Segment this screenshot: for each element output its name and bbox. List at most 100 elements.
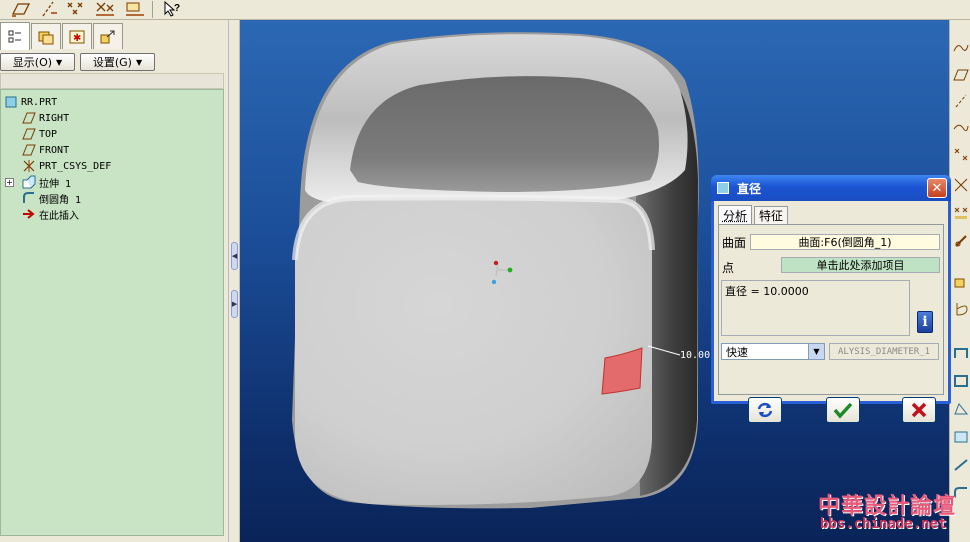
- sweep-icon[interactable]: [952, 344, 969, 362]
- tab-analysis-label: 分析: [722, 208, 747, 223]
- close-icon: ✕: [931, 180, 943, 196]
- info-button[interactable]: i: [917, 311, 933, 333]
- context-help-icon[interactable]: ?: [162, 0, 184, 18]
- collapse-left-icon[interactable]: ◀: [231, 242, 238, 270]
- cancel-button[interactable]: [902, 397, 936, 423]
- cancel-x-icon: [911, 402, 927, 418]
- navigator-panel: ✱ 显示(O) ▼ 设置(G) ▼ RR.PRT RIGHT TOP FRONT…: [0, 20, 228, 542]
- info-icon: i: [922, 314, 928, 330]
- feature-toolbar: [949, 20, 970, 542]
- dialog-close-button[interactable]: ✕: [927, 178, 947, 198]
- tree-node-label: RR.PRT: [21, 96, 58, 108]
- csys-icon: [21, 159, 36, 173]
- datum-plane-icon[interactable]: [10, 0, 32, 18]
- tab-feature[interactable]: 特征: [754, 206, 788, 224]
- point-collector[interactable]: 单击此处添加项目: [781, 257, 940, 273]
- ok-check-icon: [833, 402, 853, 419]
- tab-analysis[interactable]: 分析: [718, 205, 752, 224]
- expand-right-icon[interactable]: ▶: [231, 290, 238, 318]
- show-dropdown-button[interactable]: 显示(O) ▼: [0, 53, 75, 71]
- navigator-toolbar: 显示(O) ▼ 设置(G) ▼: [0, 52, 228, 72]
- tree-node-label: FRONT: [39, 144, 70, 156]
- caret-down-icon: ▼: [135, 57, 143, 67]
- surface-label: 曲面: [722, 236, 747, 250]
- datum-csys-icon[interactable]: [952, 176, 969, 194]
- rib-icon[interactable]: [952, 456, 969, 474]
- tree-node-label: 拉伸 1: [39, 178, 72, 190]
- tree-node-csys[interactable]: PRT_CSYS_DEF: [21, 158, 111, 174]
- analysis-panel: 曲面 曲面:F6(倒圆角_1) 点 单击此处添加项目 直径 = 10.0000 …: [718, 224, 944, 395]
- chain-link-icon[interactable]: [952, 232, 969, 250]
- datum-plane-icon: [21, 127, 36, 141]
- tree-node-right[interactable]: RIGHT: [21, 110, 69, 126]
- folder-browser-icon: [38, 31, 54, 44]
- caret-down-icon: ▼: [56, 57, 63, 67]
- point-label: 点: [722, 261, 735, 275]
- datum-point-icon[interactable]: [66, 0, 88, 18]
- tree-node-front[interactable]: FRONT: [21, 142, 69, 158]
- toolbar-separator: [152, 1, 153, 18]
- model-tree-icon: [8, 30, 21, 42]
- repeat-icon: [757, 402, 773, 418]
- panel-splitter[interactable]: ◀ ▶: [228, 20, 240, 542]
- svg-text:✱: ✱: [73, 33, 81, 44]
- model-tree-tab[interactable]: [0, 22, 30, 50]
- tree-node-extrude[interactable]: 拉伸 1: [21, 174, 71, 190]
- datum-plane-icon: [21, 111, 36, 125]
- model-tree: RR.PRT RIGHT TOP FRONT PRT_CSYS_DEF + 拉伸…: [0, 89, 224, 536]
- extrude-icon[interactable]: [952, 272, 969, 290]
- sketch-curve-icon[interactable]: [952, 38, 969, 56]
- shell-icon[interactable]: [952, 372, 969, 390]
- connections-tab[interactable]: [93, 23, 123, 49]
- tree-node-round[interactable]: 倒圆角 1: [21, 190, 81, 206]
- tree-node-part[interactable]: RR.PRT: [3, 94, 57, 110]
- favorites-tab[interactable]: ✱: [62, 23, 92, 49]
- mode-select[interactable]: 快速 ▼: [721, 343, 825, 360]
- settings-dropdown-label: 设置(G): [92, 56, 132, 69]
- datum-point-icon[interactable]: [952, 146, 969, 164]
- datum-curve-icon[interactable]: [952, 118, 969, 136]
- site-watermark: 中華設計論壇 bbs.chinade.net: [812, 484, 958, 538]
- datum-plane-icon[interactable]: [952, 66, 969, 84]
- tree-node-label: 在此插入: [39, 210, 79, 222]
- analysis-feature-icon[interactable]: [952, 204, 969, 222]
- tree-node-label: RIGHT: [39, 112, 70, 124]
- datum-csys-icon[interactable]: [94, 0, 116, 18]
- draft-icon[interactable]: [952, 400, 969, 418]
- hole-icon[interactable]: [952, 428, 969, 446]
- result-text: 直径 = 10.0000: [725, 285, 809, 298]
- tab-feature-label: 特征: [758, 209, 783, 223]
- extrude-icon: [21, 175, 36, 189]
- result-textbox[interactable]: 直径 = 10.0000: [721, 280, 910, 336]
- diameter-dialog: 直径 ✕ 分析 特征 曲面 曲面:F6(倒圆角_1) 点 单击此处添加项目 直径…: [711, 175, 951, 423]
- surface-collector[interactable]: 曲面:F6(倒圆角_1): [750, 234, 940, 250]
- show-dropdown-label: 显示(O): [12, 56, 53, 69]
- round-icon: [21, 191, 36, 205]
- svg-text:?: ?: [174, 3, 180, 14]
- tree-node-insert-here[interactable]: 在此插入: [21, 206, 79, 222]
- settings-dropdown-button[interactable]: 设置(G) ▼: [80, 53, 155, 71]
- ok-button[interactable]: [826, 397, 860, 423]
- datum-show-icon[interactable]: [124, 0, 146, 18]
- datum-plane-icon: [21, 143, 36, 157]
- insert-here-icon: [21, 207, 36, 221]
- watermark-url: bbs.chinade.net: [820, 516, 947, 532]
- analysis-name-field[interactable]: ALYSIS_DIAMETER_1: [829, 343, 939, 360]
- repeat-button[interactable]: [748, 397, 782, 423]
- dialog-app-icon: [717, 182, 729, 194]
- dialog-titlebar[interactable]: 直径 ✕: [711, 175, 951, 201]
- tree-column-header[interactable]: [0, 73, 224, 89]
- navigator-tabs: ✱: [0, 22, 228, 50]
- folder-browser-tab[interactable]: [31, 23, 61, 49]
- tree-node-label: TOP: [39, 128, 58, 140]
- dialog-body: 分析 特征 曲面 曲面:F6(倒圆角_1) 点 单击此处添加项目 直径 = 10…: [714, 201, 948, 423]
- datum-axis-icon[interactable]: [38, 0, 60, 18]
- main-toolbar: ?: [0, 0, 970, 20]
- revolve-icon[interactable]: [952, 300, 969, 318]
- tree-node-top[interactable]: TOP: [21, 126, 57, 142]
- tree-node-label: 倒圆角 1: [39, 194, 82, 206]
- datum-axis-icon[interactable]: [952, 92, 969, 110]
- tree-node-label: PRT_CSYS_DEF: [39, 160, 112, 172]
- tree-expand-toggle[interactable]: +: [5, 178, 14, 187]
- dialog-title: 直径: [737, 181, 762, 196]
